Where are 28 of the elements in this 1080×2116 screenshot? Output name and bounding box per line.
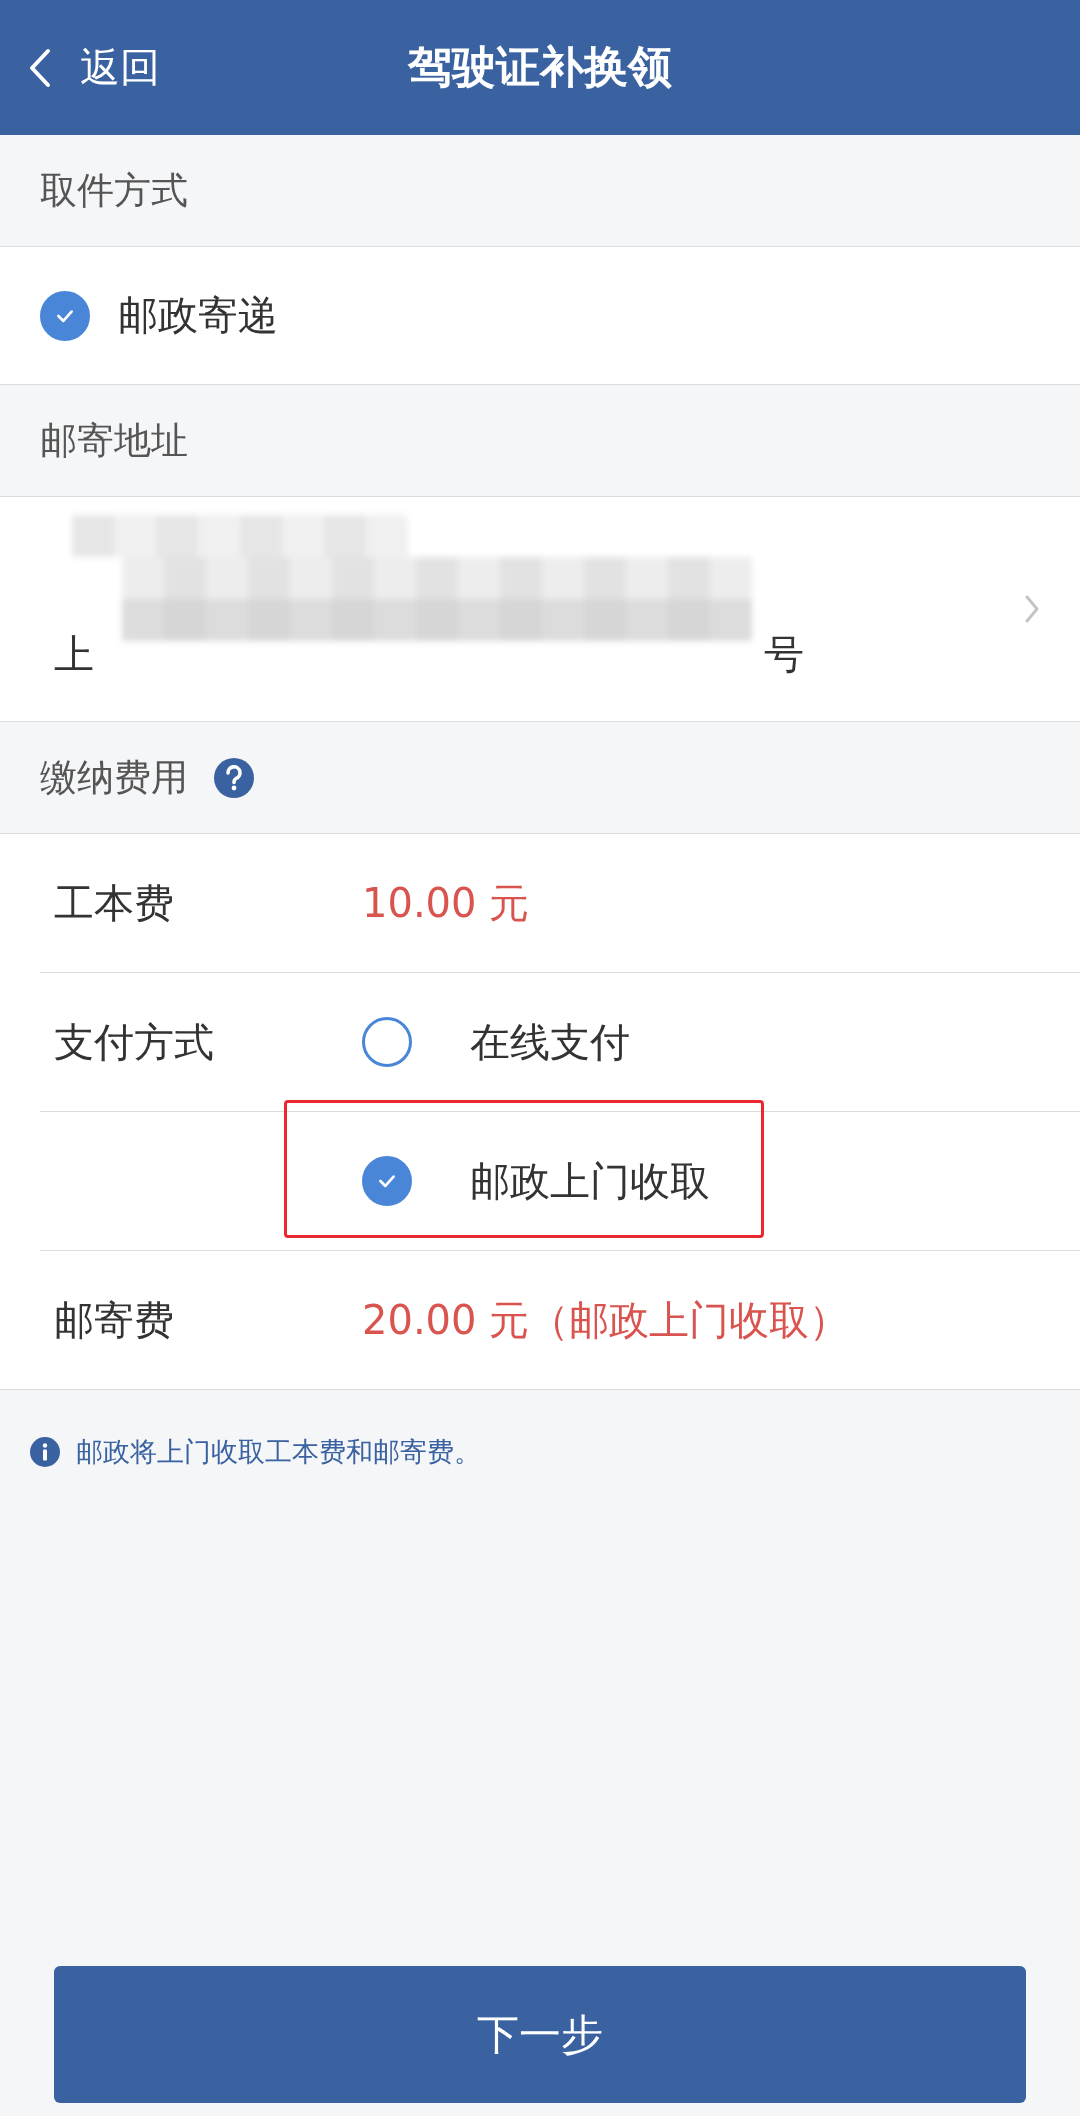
fee-label: 支付方式 (53, 1017, 215, 1067)
delivery-option[interactable]: 邮政寄递 (0, 247, 1080, 385)
section-title: 邮寄地址 (40, 417, 188, 464)
option-label: 在线支付 (470, 1017, 630, 1067)
fee-amount: 10.00 元 (362, 878, 530, 928)
back-button[interactable]: 返回 (22, 0, 166, 135)
radio-button[interactable] (362, 1017, 412, 1067)
help-icon[interactable] (214, 757, 254, 798)
fee-label: 邮寄费 (53, 1295, 175, 1345)
fee-amount: 20.00 元（邮政上门收取） (362, 1295, 850, 1345)
next-step-button[interactable]: 下一步 (54, 1966, 1026, 2103)
address-end: 号 (764, 629, 804, 679)
address-start: 上 (54, 629, 94, 679)
fee-label: 工本费 (53, 878, 175, 928)
payment-option[interactable]: 在线支付 (362, 1014, 630, 1070)
page-title: 驾驶证补换领 (408, 40, 672, 94)
section-title: 取件方式 (40, 167, 188, 214)
radio-button[interactable] (40, 290, 90, 341)
radio-button[interactable] (362, 1156, 412, 1206)
info-note: 邮政将上门收取工本费和邮寄费。 (76, 1435, 481, 1469)
back-chevron-icon (28, 47, 52, 88)
chevron-right-icon (1024, 594, 1040, 624)
option-label: 邮政寄递 (118, 291, 278, 340)
option-label: 邮政上门收取 (470, 1156, 710, 1206)
section-title: 缴纳费用 (40, 754, 188, 801)
address-row[interactable]: 上 号 (0, 497, 1080, 722)
payment-option[interactable]: 邮政上门收取 (362, 1153, 710, 1209)
info-icon (30, 1437, 60, 1467)
